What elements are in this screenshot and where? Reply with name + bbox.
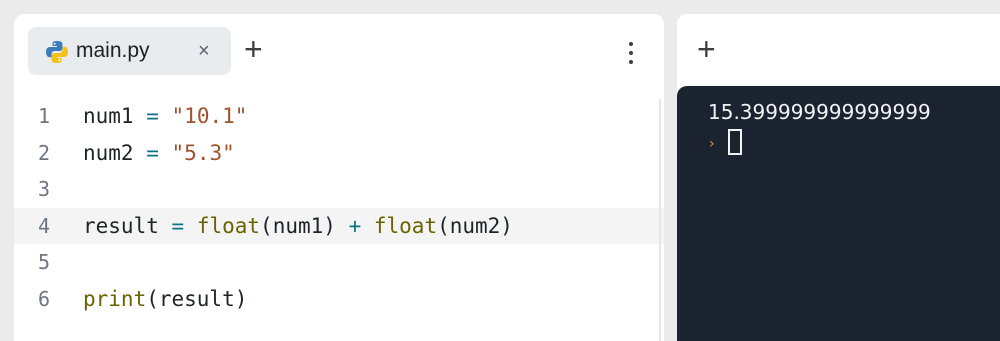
console-pane: + 15.399999999999999 › — [677, 14, 1000, 341]
code-token: float — [373, 213, 438, 238]
code-token: (num1) — [260, 213, 349, 238]
code-token: "10.1" — [171, 104, 248, 128]
code-token: num1 — [83, 104, 147, 128]
console-output-area[interactable]: 15.399999999999999 › — [677, 86, 1000, 341]
code-line[interactable]: 4 result = float(num1) + float(num2) — [14, 207, 664, 244]
tab-filename: main.py — [76, 39, 150, 62]
editor-scrollbar[interactable] — [659, 99, 661, 341]
code-token: = — [146, 140, 159, 165]
code-line[interactable]: 5 — [14, 244, 664, 280]
code-line[interactable]: 2 num2 = "5.3" — [14, 135, 664, 171]
editor-pane: main.py × + 1 num1 = "10.1" 2 num2 = "5.3" 3… — [14, 14, 664, 341]
line-number: 3 — [37, 177, 50, 202]
code-text: print(result) — [83, 281, 247, 317]
vertical-dots-icon[interactable] — [627, 40, 635, 66]
add-tab-button[interactable]: + — [244, 33, 263, 65]
code-text: result = float(num1) + float(num2) — [83, 208, 513, 244]
editor-tab-bar: main.py × + — [14, 14, 664, 86]
code-token: result — [83, 213, 172, 238]
console-cursor[interactable] — [728, 129, 742, 155]
code-token: num2 — [83, 140, 147, 165]
console-add-tab-button[interactable]: + — [697, 33, 716, 65]
code-line[interactable]: 3 — [14, 171, 664, 207]
code-token: = — [171, 213, 185, 238]
code-token: "5.3" — [171, 140, 235, 165]
prompt-chevron-icon: › — [709, 136, 715, 152]
code-token: (result) — [146, 287, 248, 311]
code-text: num1 = "10.1" — [83, 98, 247, 134]
code-line[interactable]: 1 num1 = "10.1" — [14, 98, 664, 134]
tab-main-py[interactable]: main.py × — [28, 27, 231, 75]
close-tab-icon[interactable]: × — [198, 38, 210, 64]
line-number: 5 — [37, 250, 50, 275]
line-number: 6 — [37, 287, 50, 311]
code-editor[interactable]: 1 num1 = "10.1" 2 num2 = "5.3" 3 4 result = fl… — [14, 98, 664, 341]
line-number: 1 — [37, 104, 50, 128]
code-token: + — [348, 213, 362, 238]
code-token: = — [146, 104, 159, 128]
python-icon — [44, 39, 70, 65]
line-number: 2 — [37, 140, 50, 165]
code-text: num2 = "5.3" — [83, 135, 235, 171]
code-line[interactable]: 6 print(result) — [14, 281, 664, 317]
code-token: (num2) — [437, 213, 513, 238]
console-output-text: 15.399999999999999 — [708, 100, 931, 124]
code-token: float — [196, 213, 261, 238]
code-token: print — [83, 287, 147, 311]
line-number: 4 — [37, 213, 50, 238]
